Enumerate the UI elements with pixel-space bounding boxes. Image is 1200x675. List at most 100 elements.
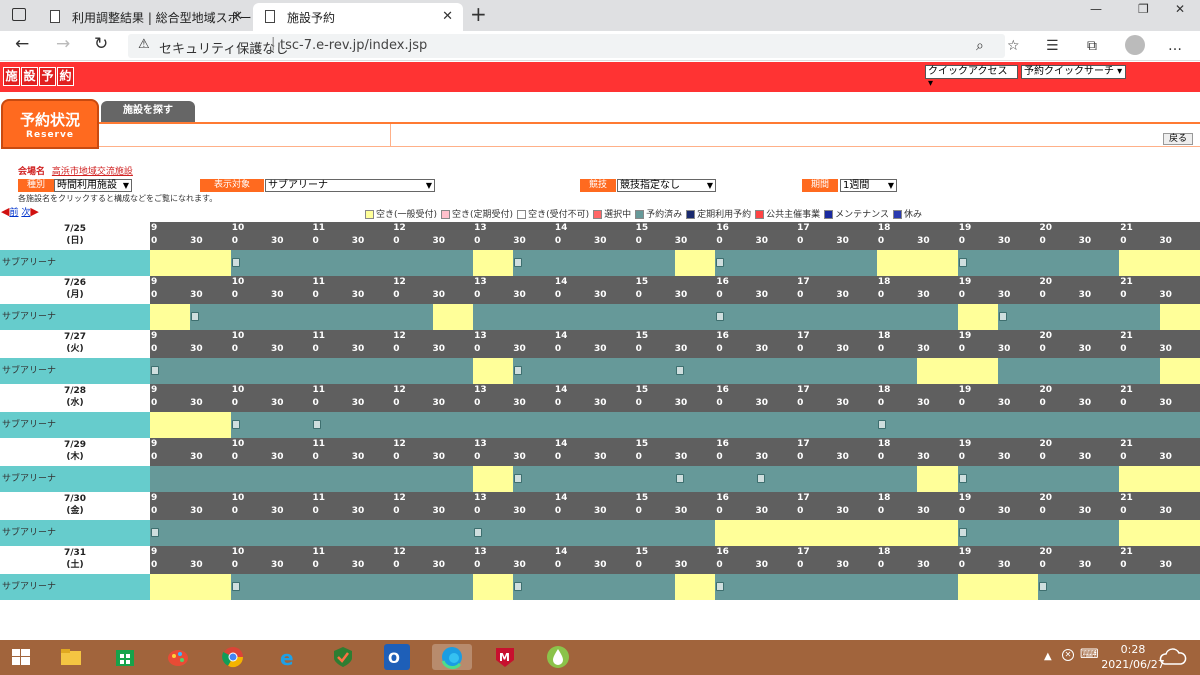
browser-tab-1[interactable]: 利用調整結果 | 総合型地域スポー ✕ <box>38 3 253 31</box>
reserved-icon[interactable] <box>151 528 159 537</box>
facility-name[interactable]: サブアリーナ <box>0 412 150 438</box>
prev-link[interactable]: 前 <box>9 208 18 218</box>
favorite-icon[interactable]: ☆ <box>1007 38 1020 54</box>
edge-icon[interactable] <box>432 644 472 670</box>
collections-icon[interactable]: ⧉ <box>1087 38 1097 54</box>
chevron-up-icon[interactable]: ▲ <box>1044 651 1052 662</box>
forward-arrow-icon[interactable]: → <box>56 34 70 54</box>
window-close-icon[interactable]: ✕ <box>1175 2 1185 16</box>
sport-select[interactable]: 競技指定なし ▼ <box>617 179 716 192</box>
type-select[interactable]: 時間利用施設 ▼ <box>54 179 132 192</box>
tab-actions-icon[interactable] <box>12 8 26 21</box>
slot-available[interactable] <box>473 358 514 384</box>
reserved-icon[interactable] <box>514 582 523 591</box>
slot-available[interactable] <box>957 304 999 330</box>
back-button[interactable]: 戻る <box>1163 133 1193 145</box>
slot-available[interactable] <box>150 574 231 600</box>
venue-link[interactable]: 高浜市地域交流施設 <box>52 167 133 177</box>
slot-available[interactable] <box>917 358 999 384</box>
cloud-icon[interactable] <box>1158 647 1188 671</box>
chrome-icon[interactable] <box>220 644 246 670</box>
slot-available[interactable] <box>675 574 716 600</box>
notification-icon[interactable]: ✕ <box>1062 649 1074 661</box>
reserved-icon[interactable] <box>151 366 159 375</box>
reserved-icon[interactable] <box>676 366 684 375</box>
facility-name[interactable]: サブアリーナ <box>0 250 150 276</box>
quick-search-select[interactable]: 予約クイックサーチ ▾ <box>1021 65 1126 79</box>
slot-available[interactable] <box>1119 250 1200 276</box>
slot-available[interactable] <box>675 250 716 276</box>
reserved-icon[interactable] <box>231 258 240 267</box>
paint-icon[interactable] <box>165 644 191 670</box>
slot-available[interactable] <box>917 466 958 492</box>
slot-available[interactable] <box>150 304 191 330</box>
reserved-icon[interactable] <box>474 528 483 537</box>
refresh-icon[interactable]: ↻ <box>94 34 108 54</box>
zoom-icon[interactable]: ⌕ <box>976 38 984 54</box>
reserved-icon[interactable] <box>231 420 240 429</box>
reserved-icon[interactable] <box>231 582 240 591</box>
outlook-icon[interactable]: O <box>384 644 410 670</box>
slot-available[interactable] <box>957 574 1039 600</box>
reserved-icon[interactable] <box>716 312 725 321</box>
reserved-icon[interactable] <box>958 474 967 483</box>
site-logo[interactable]: 施 設 予 約 <box>3 67 74 86</box>
drop-app-icon[interactable] <box>545 644 571 670</box>
security-app-icon[interactable] <box>330 644 356 670</box>
reserved-icon[interactable] <box>1039 582 1048 591</box>
browser-tab-2[interactable]: 施設予約 ✕ <box>253 3 463 31</box>
tab-search-facility[interactable]: 施設を探す <box>101 101 195 123</box>
slot-available[interactable] <box>150 412 231 438</box>
reserved-icon[interactable] <box>756 474 765 483</box>
quick-access-select[interactable]: クイックアクセス ▾ <box>925 65 1018 89</box>
slot-available[interactable] <box>473 250 514 276</box>
tab-reserve[interactable]: 予約状況 Reserve <box>1 99 99 149</box>
period-select[interactable]: 1週間 ▼ <box>840 179 897 192</box>
url-field[interactable]: ⚠ セキュリティ保護なし | tsc-7.e-rev.jp/index.jsp <box>128 34 1005 58</box>
reserved-icon[interactable] <box>716 258 725 267</box>
slot-available[interactable] <box>432 304 474 330</box>
facility-name[interactable]: サブアリーナ <box>0 574 150 600</box>
reserved-icon[interactable] <box>676 474 684 483</box>
reserved-icon[interactable] <box>514 258 523 267</box>
keyboard-icon[interactable]: ⌨ <box>1080 647 1099 662</box>
facility-name[interactable]: サブアリーナ <box>0 466 150 492</box>
slot-available[interactable] <box>1159 358 1200 384</box>
reserved-icon[interactable] <box>958 258 967 267</box>
reserved-icon[interactable] <box>312 420 321 429</box>
reserved-icon[interactable] <box>877 420 886 429</box>
store-icon[interactable] <box>112 644 138 670</box>
reserved-icon[interactable] <box>999 312 1008 321</box>
slot-available[interactable] <box>876 250 958 276</box>
slot-available[interactable] <box>150 250 231 276</box>
reserved-icon[interactable] <box>514 366 523 375</box>
mcafee-icon[interactable]: M <box>492 644 518 670</box>
restore-icon[interactable]: ❐ <box>1138 2 1149 16</box>
slot-available[interactable] <box>1159 304 1200 330</box>
reserved-icon[interactable] <box>514 474 523 483</box>
close-icon[interactable]: ✕ <box>232 9 243 24</box>
facility-name[interactable]: サブアリーナ <box>0 304 150 330</box>
favorites-list-icon[interactable]: ☰ <box>1046 38 1059 54</box>
slot-available[interactable] <box>473 574 514 600</box>
back-arrow-icon[interactable]: ← <box>15 34 29 54</box>
new-tab-icon[interactable]: + <box>470 2 487 26</box>
profile-icon[interactable] <box>1125 35 1145 55</box>
file-explorer-icon[interactable] <box>58 644 84 670</box>
close-icon[interactable]: ✕ <box>442 9 453 24</box>
ie-icon[interactable]: e <box>275 644 301 670</box>
minimize-icon[interactable]: — <box>1090 2 1102 16</box>
reserved-icon[interactable] <box>958 528 967 537</box>
facility-name[interactable]: サブアリーナ <box>0 520 150 546</box>
slot-available[interactable] <box>473 466 514 492</box>
slot-available[interactable] <box>1119 520 1200 546</box>
slot-available[interactable] <box>1119 466 1200 492</box>
target-select[interactable]: サブアリーナ ▼ <box>265 179 435 192</box>
start-icon[interactable] <box>8 644 34 670</box>
next-arrow-icon[interactable]: ▶ <box>30 205 38 218</box>
reserved-icon[interactable] <box>716 582 725 591</box>
facility-name[interactable]: サブアリーナ <box>0 358 150 384</box>
slot-available[interactable] <box>715 520 958 546</box>
more-icon[interactable]: … <box>1168 38 1182 54</box>
reserved-icon[interactable] <box>191 312 200 321</box>
